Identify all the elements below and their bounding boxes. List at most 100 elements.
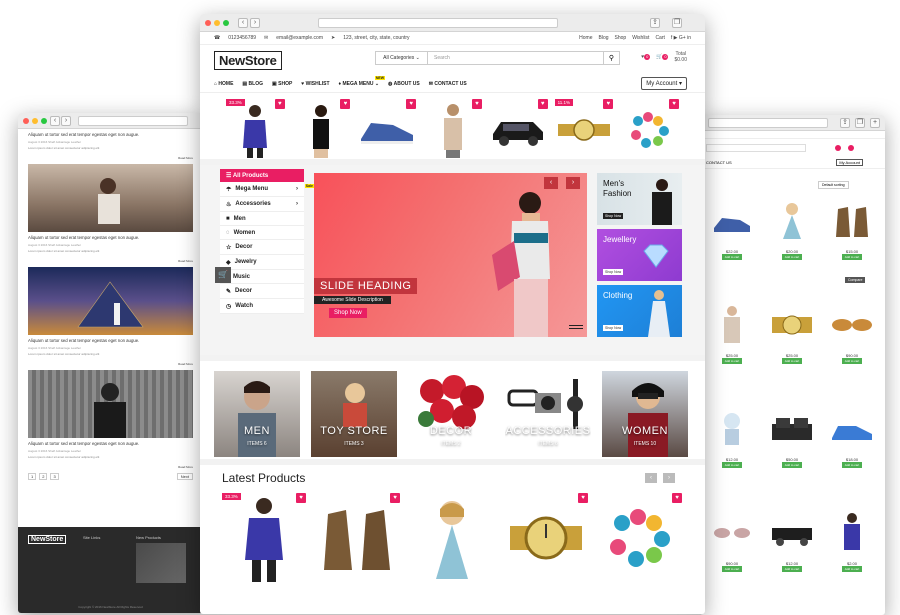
wishlist-heart-icon[interactable]: ♥ [669,99,680,109]
sidebar-item-watch[interactable]: ◷ Watch [220,299,304,314]
banner-clothing[interactable]: Clothing Shop Now [597,285,682,337]
footer-products-thumbs[interactable] [136,543,186,583]
category-tile-men[interactable]: MEN ITEMS 6 [214,371,300,457]
read-more-link[interactable]: Read More [28,465,193,469]
menu-wishlist[interactable]: ♥ WISHLIST [301,81,329,87]
category-tile-women[interactable]: WOMEN ITEMS 10 [602,371,688,457]
banner-shop-now[interactable]: Shop Now [603,325,624,331]
product-card[interactable]: ♥ [598,493,682,583]
post-title[interactable]: Aliquam ut tortor sed erat tempor egesta… [28,338,193,343]
product-thumb[interactable]: 11.1% ♥ [554,99,614,161]
top-link-blog[interactable]: Blog [599,35,609,41]
menu-about[interactable]: ◍ ABOUT US [388,81,420,87]
read-more-link[interactable]: Read More [28,259,193,263]
compare-tab[interactable]: Compare [845,277,866,283]
post-title[interactable]: Aliquam ut tortor sed erat tempor egesta… [28,235,193,240]
product-card[interactable]: ♥ [316,493,400,583]
forward-button[interactable]: › [250,18,260,28]
share-button[interactable]: ⇪ [840,118,850,128]
sidebar-item-mega-menu[interactable]: ☂ Mega Menu › Sale [220,182,314,197]
add-to-cart-button[interactable]: Add to cart [721,254,743,260]
wishlist-icon[interactable]: ♥ 0 [641,54,651,60]
page-next[interactable]: Next [176,473,193,480]
product-card[interactable]: $25.00 Add to cart [766,297,818,389]
product-thumb[interactable]: ♥ [292,99,351,161]
product-card[interactable]: $18.00 Add to cart [826,401,878,493]
read-more-link[interactable]: Read More [28,362,193,366]
post-image[interactable] [28,164,193,232]
wishlist-heart-icon[interactable]: ♥ [672,493,682,503]
category-select[interactable]: All Categories ⌄ [376,52,428,64]
floating-cart-icon[interactable]: 🛒 [215,267,231,283]
add-to-cart-button[interactable]: Add to cart [841,254,863,260]
slider-prev-button[interactable]: ‹ [544,177,558,189]
post-title[interactable]: Aliquam ut tortor sed erat tempor egesta… [28,441,193,446]
minimize-dot[interactable] [214,20,220,26]
add-to-cart-button[interactable]: Add to cart [721,358,743,364]
top-link-wishlist[interactable]: Wishlist [632,35,649,41]
wishlist-heart-icon[interactable]: ♥ [296,493,306,503]
address-bar[interactable] [78,116,188,126]
product-card[interactable]: $15.00 Add to cart [826,193,878,285]
address-bar[interactable] [318,18,558,28]
product-card[interactable]: $12.00 Add to cart [706,401,758,493]
wishlist-heart-icon[interactable]: ♥ [340,99,351,109]
forward-button[interactable]: › [61,116,71,126]
contact-link[interactable]: CONTACT US [706,160,732,165]
product-card[interactable]: $20.00 Add to cart [766,193,818,285]
maximize-dot[interactable] [41,118,47,124]
product-card[interactable] [410,493,494,583]
product-card[interactable]: $90.00 Add to cart [826,297,878,389]
sidebar-item-women[interactable]: ◌ Women [220,226,304,240]
wishlist-heart-icon[interactable]: ♥ [390,493,400,503]
sidebar-item-music[interactable]: ♪ Music [220,270,304,284]
latest-next-button[interactable]: › [663,473,675,483]
product-thumb[interactable]: ♥ [489,99,548,161]
cart-icon[interactable]: 🛒 0 [656,54,669,60]
add-to-cart-button[interactable]: Add to cart [781,254,803,260]
email-address[interactable]: email@example.com [276,35,323,41]
sidebar-item-decor[interactable]: ☆ Decor [220,240,304,255]
category-tile-decor[interactable]: DECOR ITEMS 2 [408,371,494,457]
top-link-cart[interactable]: Cart [655,35,664,41]
page-3[interactable]: 3 [50,473,59,480]
category-tile-accessories[interactable]: ACCESSORIES ITEMS 6 [505,371,591,457]
social-icons[interactable]: f ▶ G+ in [671,35,691,41]
top-link-home[interactable]: Home [579,35,592,41]
wishlist-heart-icon[interactable]: ♥ [406,99,417,109]
banner-shop-now[interactable]: Shop Now [603,269,624,275]
banner-jewellery[interactable]: Jewellery Shop Now [597,229,682,281]
wishlist-badge[interactable] [835,145,841,151]
minimize-dot[interactable] [32,118,38,124]
latest-prev-button[interactable]: ‹ [645,473,657,483]
close-dot[interactable] [205,20,211,26]
top-link-shop[interactable]: Shop [615,35,627,41]
product-card[interactable]: 33.3% ♥ [222,493,306,583]
tabs-button[interactable]: ❐ [672,18,682,28]
sort-select[interactable]: Default sorting [818,181,849,189]
slider-indicator[interactable] [569,325,583,333]
all-products-header[interactable]: ☰ All Products [220,169,304,182]
new-tab-button[interactable]: + [870,118,880,128]
wishlist-heart-icon[interactable]: ♥ [603,99,614,109]
sidebar-item-accessories[interactable]: ♨ Accessories › [220,197,304,212]
add-to-cart-button[interactable]: Add to cart [781,566,803,572]
wishlist-heart-icon[interactable]: ♥ [274,99,285,109]
menu-blog[interactable]: ▤ BLOG [242,81,263,87]
product-card[interactable]: $50.00 Add to cart [766,401,818,493]
category-tile-toy-store[interactable]: TOY STORE ITEMS 3 [311,371,397,457]
product-card[interactable]: $12.00 Add to cart [766,505,818,597]
page-2[interactable]: 2 [39,473,48,480]
account-dropdown[interactable]: My Account ▾ [641,77,687,90]
add-to-cart-button[interactable]: Add to cart [841,462,863,468]
product-card[interactable]: ♥ [504,493,588,583]
back-button[interactable]: ‹ [50,116,60,126]
add-to-cart-button[interactable]: Add to cart [781,462,803,468]
product-thumb[interactable]: ♥ [357,99,417,161]
right-search[interactable] [706,144,806,152]
post-image[interactable] [28,267,193,335]
add-to-cart-button[interactable]: Add to cart [721,566,743,572]
add-to-cart-button[interactable]: Add to cart [841,566,863,572]
account-dropdown[interactable]: My Account [836,159,863,166]
sidebar-item-decor-2[interactable]: ✎ Decor [220,284,304,299]
